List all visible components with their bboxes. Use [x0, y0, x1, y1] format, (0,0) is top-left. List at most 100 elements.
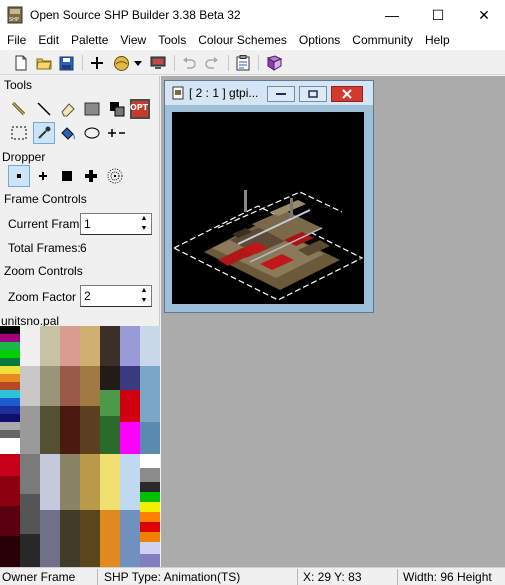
brush-square-icon [62, 171, 72, 181]
preview-dropdown[interactable] [132, 54, 144, 72]
spray-pattern-icon [107, 168, 123, 184]
spin-down-icon[interactable]: ▼ [137, 224, 151, 234]
current-frame-label: Current Frame [8, 217, 87, 231]
toolbar [0, 51, 505, 75]
toolbar-separator [258, 55, 259, 71]
document-close-button[interactable] [331, 86, 363, 102]
preview-button[interactable] [112, 54, 130, 72]
brush-spray[interactable] [104, 165, 126, 187]
dropper-label: Dropper [2, 150, 46, 164]
menu-bar: File Edit Palette View Tools Colour Sche… [0, 30, 505, 50]
close-icon [342, 89, 352, 99]
opt-tool[interactable]: OPT [129, 98, 151, 120]
frame-controls-label: Frame Controls [4, 192, 87, 206]
minimize-icon [276, 93, 286, 95]
ellipse-tool[interactable] [81, 122, 103, 144]
menu-file[interactable]: File [1, 30, 32, 50]
minimize-button[interactable]: — [370, 0, 414, 30]
dropper-tool[interactable] [33, 122, 55, 144]
dashed-rectangle-icon [11, 126, 27, 140]
palette-grid[interactable] [0, 326, 160, 567]
line-tool[interactable] [33, 98, 55, 120]
spin-up-icon[interactable]: ▲ [137, 214, 151, 224]
brush-size-1[interactable] [8, 165, 30, 187]
close-button[interactable]: ✕ [462, 0, 505, 30]
add-frame-button[interactable] [88, 54, 106, 72]
status-separator [97, 569, 98, 585]
pencil-tool[interactable] [8, 98, 30, 120]
zoom-factor-label: Zoom Factor [8, 290, 77, 304]
spin-down-icon[interactable]: ▼ [137, 296, 151, 306]
document-title-bar[interactable]: [ 2 : 1 ] gtpi... [165, 81, 373, 105]
zoom-controls-label: Zoom Controls [4, 264, 83, 278]
redo-icon [205, 57, 218, 69]
menu-palette[interactable]: Palette [65, 30, 114, 50]
zoom-factor-arrows[interactable]: ▲ ▼ [137, 286, 151, 306]
close-icon: ✕ [478, 6, 490, 23]
sprite-canvas[interactable] [172, 112, 364, 304]
toolbar-separator [174, 55, 175, 71]
new-file-button[interactable] [12, 54, 30, 72]
document-maximize-button[interactable] [299, 86, 327, 102]
open-folder-icon [36, 58, 52, 70]
properties-button[interactable] [234, 54, 252, 72]
eraser-tool[interactable] [57, 98, 79, 120]
plus-icon [91, 57, 103, 69]
open-file-button[interactable] [35, 54, 53, 72]
window-title: Open Source SHP Builder 3.38 Beta 32 [30, 8, 241, 22]
brush-plus-icon [39, 172, 47, 180]
current-frame-value: 1 [84, 217, 91, 231]
title-bar: SHP Open Source SHP Builder 3.38 Beta 32… [0, 0, 505, 30]
select-tool[interactable] [8, 122, 30, 144]
flood-fill-tool[interactable] [57, 122, 79, 144]
redo-button[interactable] [203, 54, 221, 72]
tools-panel: Tools OPT Dropper Frame Controls Current… [0, 76, 160, 567]
eyedropper-icon [38, 126, 51, 139]
dark-to-light-tool[interactable] [106, 98, 128, 120]
menu-help[interactable]: Help [419, 30, 456, 50]
preview-globe-icon [113, 55, 129, 71]
current-frame-arrows[interactable]: ▲ ▼ [137, 214, 151, 234]
menu-view[interactable]: View [114, 30, 152, 50]
brush-size-2[interactable] [32, 165, 54, 187]
maximize-icon: ☐ [431, 6, 445, 23]
ellipse-icon [84, 127, 100, 139]
toolbar-separator [228, 55, 229, 71]
status-separator [397, 569, 398, 585]
maximize-button[interactable]: ☐ [416, 0, 460, 30]
brush-size-3[interactable] [56, 165, 78, 187]
status-frame: Owner Frame [2, 570, 76, 584]
toolbar-separator [82, 55, 83, 71]
undo-button[interactable] [180, 54, 198, 72]
brush-size-4[interactable] [80, 165, 102, 187]
status-shp-type: SHP Type: Animation(TS) [104, 570, 241, 584]
undo-icon [183, 57, 196, 69]
brightness-tool[interactable] [106, 122, 128, 144]
document-icon [172, 86, 184, 100]
rectangle-fill-tool[interactable] [81, 98, 103, 120]
pencil-icon [11, 101, 26, 116]
menu-options[interactable]: Options [293, 30, 346, 50]
menu-community[interactable]: Community [346, 30, 419, 50]
help-book-button[interactable] [265, 54, 283, 72]
opt-badge-label: OPT [130, 103, 149, 112]
overlap-squares-icon [110, 102, 125, 117]
shp-document-window[interactable]: [ 2 : 1 ] gtpi... [164, 80, 374, 313]
clipboard-icon [236, 55, 250, 71]
minimize-icon: — [385, 7, 399, 23]
status-dimensions: Width: 96 Height [403, 570, 492, 584]
line-icon [37, 102, 51, 116]
save-button[interactable] [57, 54, 75, 72]
current-frame-spinner[interactable]: 1 ▲ ▼ [80, 213, 152, 235]
spin-up-icon[interactable]: ▲ [137, 286, 151, 296]
rectangle-fill-icon [84, 102, 100, 116]
frame-viewer-button[interactable] [149, 54, 167, 72]
menu-edit[interactable]: Edit [32, 30, 65, 50]
menu-colour-schemes[interactable]: Colour Schemes [192, 30, 293, 50]
zoom-factor-spinner[interactable]: 2 ▲ ▼ [80, 285, 152, 307]
status-bar: Owner Frame SHP Type: Animation(TS) X: 2… [0, 567, 505, 585]
monitor-icon [150, 56, 166, 69]
document-minimize-button[interactable] [267, 86, 295, 102]
status-separator [297, 569, 298, 585]
menu-tools[interactable]: Tools [152, 30, 192, 50]
